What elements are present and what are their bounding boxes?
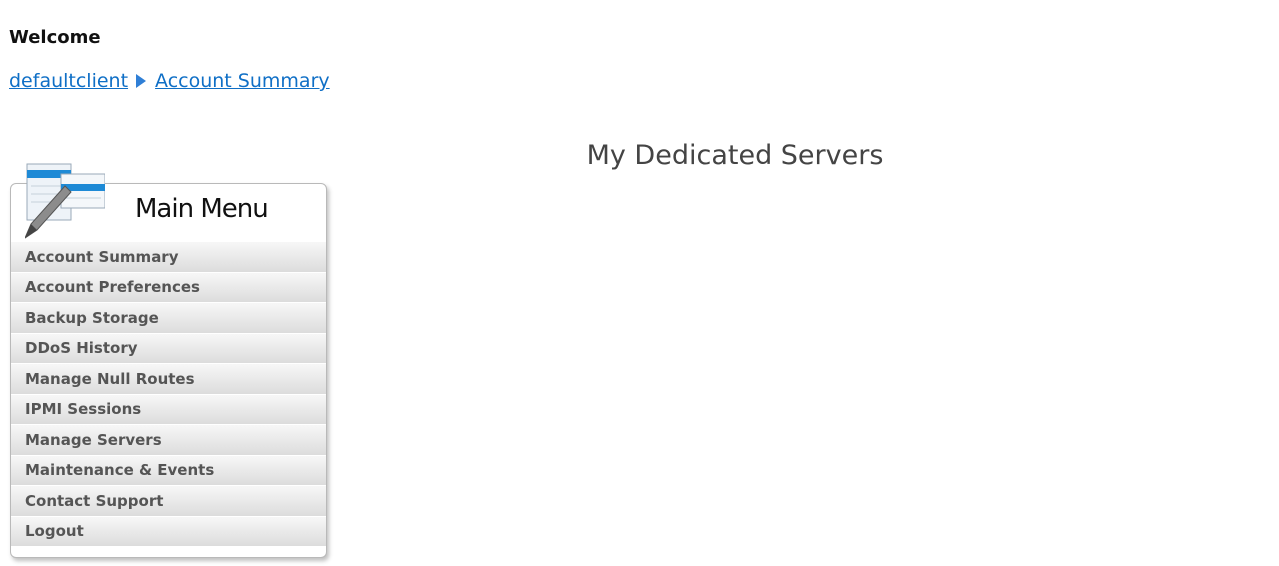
menu-item-manage-null-routes[interactable]: Manage Null Routes [11, 364, 326, 395]
menu-item-contact-support[interactable]: Contact Support [11, 486, 326, 517]
menu-item-manage-servers[interactable]: Manage Servers [11, 425, 326, 456]
menu-item-account-summary[interactable]: Account Summary [11, 242, 326, 273]
page-title: My Dedicated Servers [586, 140, 884, 171]
welcome-heading: Welcome [9, 27, 101, 48]
breadcrumb-link-account-summary[interactable]: Account Summary [155, 70, 330, 92]
menu-item-ddos-history[interactable]: DDoS History [11, 333, 326, 364]
breadcrumb-arrow-icon [136, 74, 147, 88]
menu-item-backup-storage[interactable]: Backup Storage [11, 303, 326, 334]
breadcrumb-link-defaultclient[interactable]: defaultclient [9, 70, 128, 92]
main-menu: Main Menu Account Summary Account Prefer… [10, 163, 327, 558]
menu-item-account-preferences[interactable]: Account Preferences [11, 272, 326, 303]
breadcrumb: defaultclient Account Summary [9, 70, 330, 92]
menu-item-maintenance-events[interactable]: Maintenance & Events [11, 455, 326, 486]
menu-list: Account Summary Account Preferences Back… [11, 242, 326, 547]
menu-item-logout[interactable]: Logout [11, 516, 326, 547]
menu-title: Main Menu [135, 194, 269, 224]
document-pencil-icon [25, 163, 105, 239]
menu-item-ipmi-sessions[interactable]: IPMI Sessions [11, 394, 326, 425]
